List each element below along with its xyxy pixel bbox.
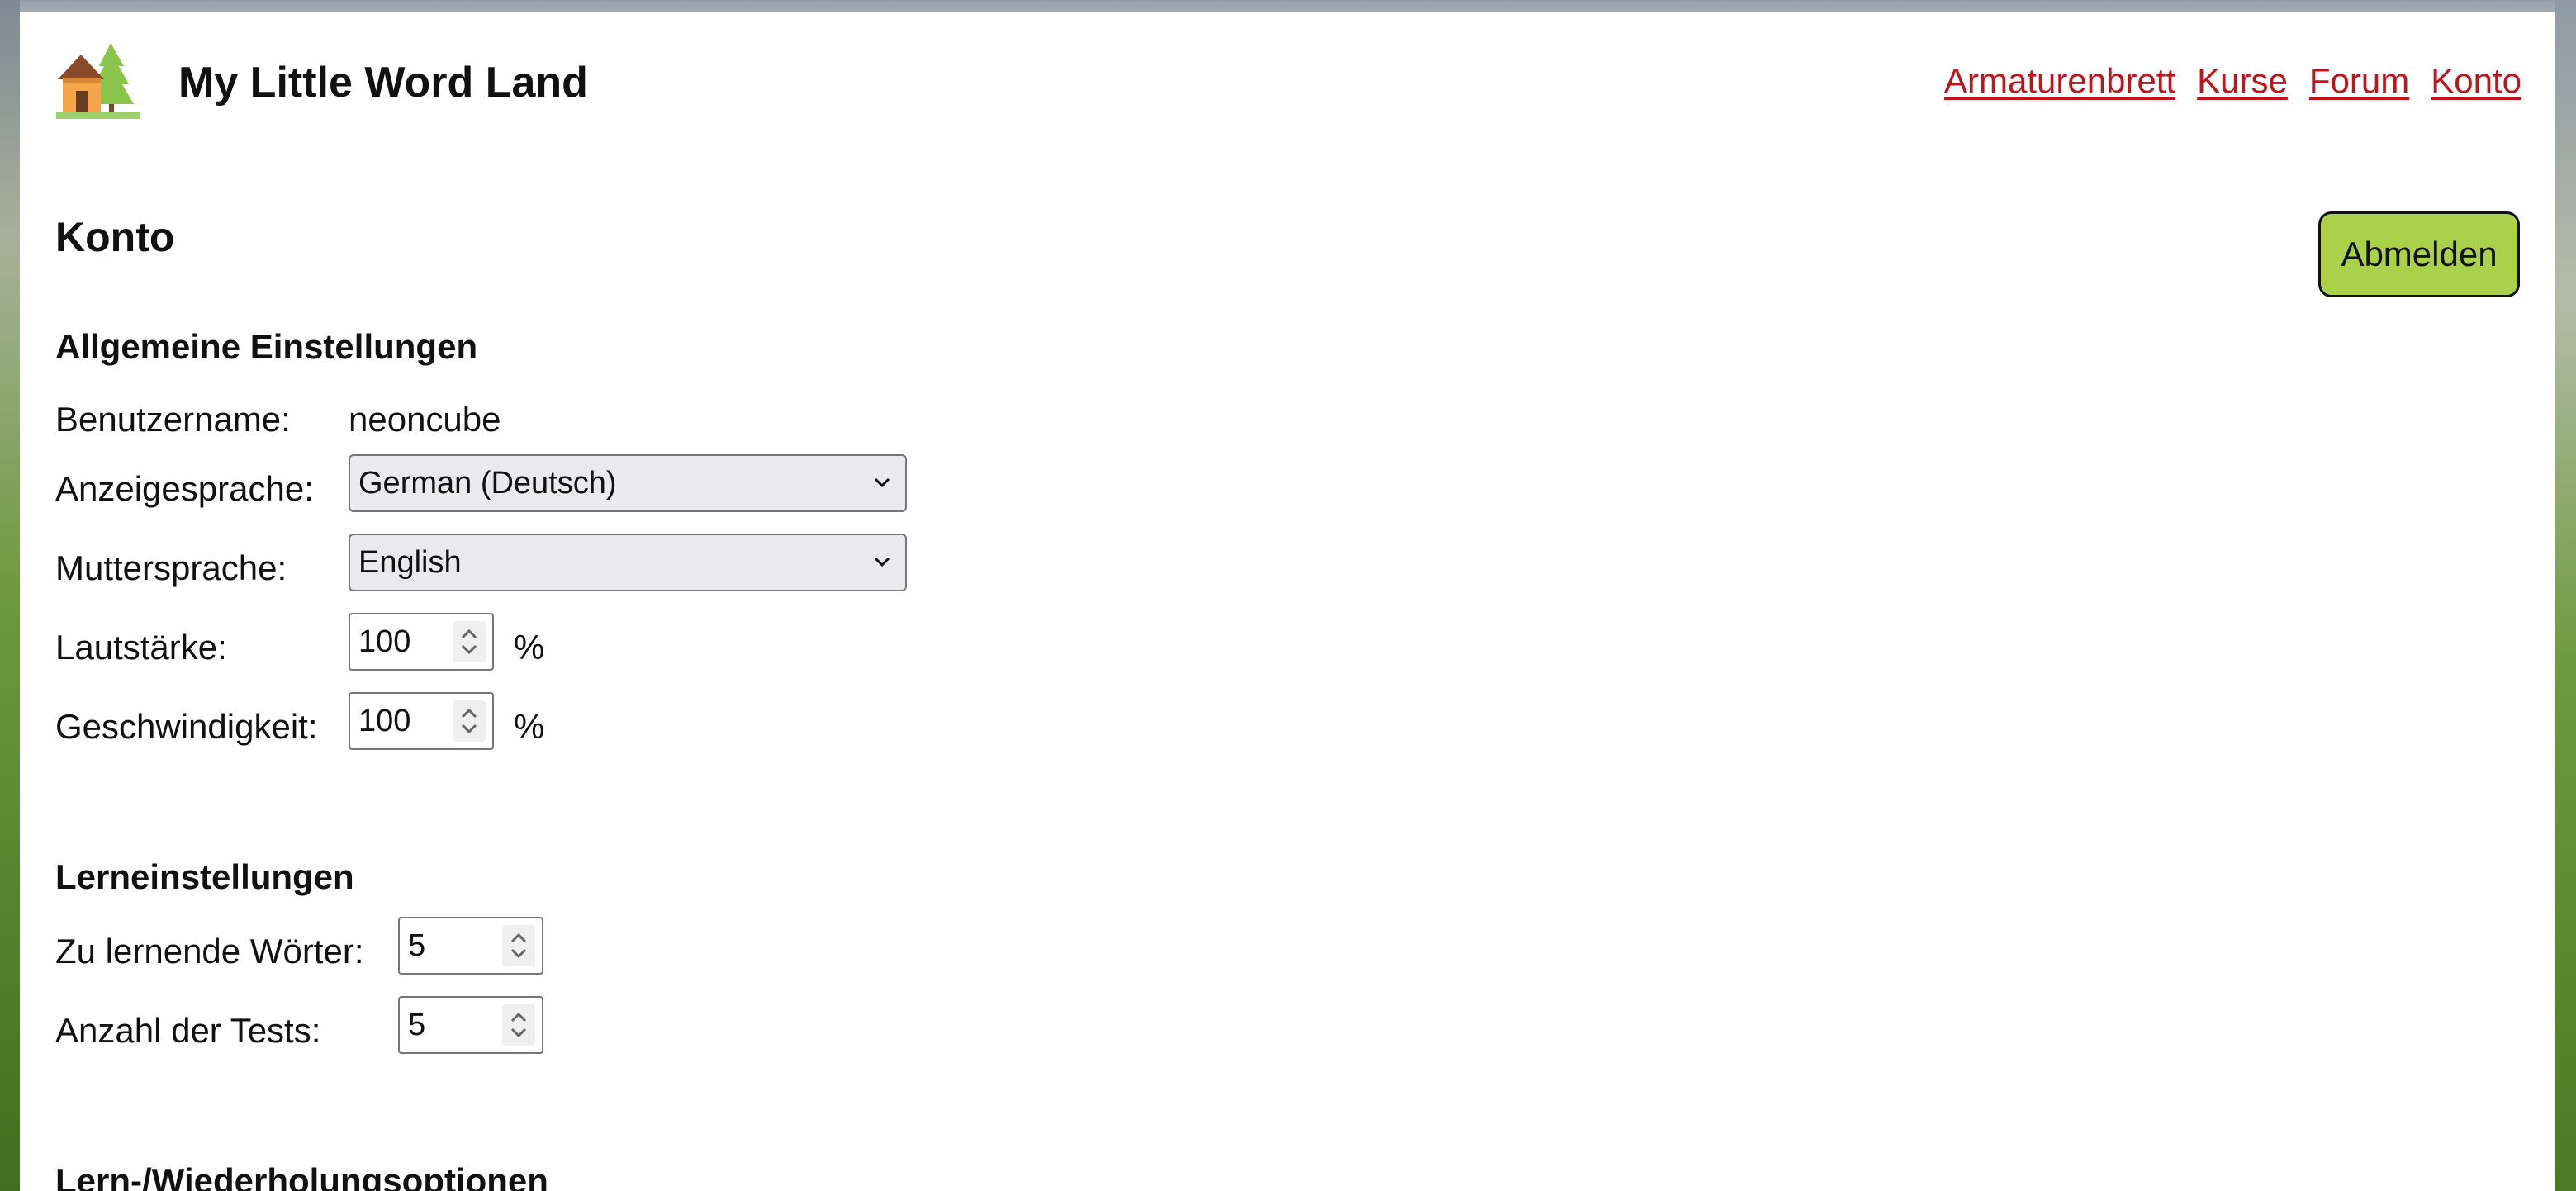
speed-label: Geschwindigkeit:: [55, 707, 318, 746]
display-language-label: Anzeigesprache:: [55, 469, 314, 508]
native-language-select[interactable]: English: [349, 534, 907, 591]
top-nav: Armaturenbrett Kurse Forum Konto: [1944, 61, 2521, 101]
learning-settings-title: Lerneinstellungen: [55, 857, 354, 896]
review-options-title: Lern-/Wiederholungsoptionen: [55, 1161, 548, 1191]
logout-button[interactable]: Abmelden: [2318, 211, 2520, 297]
background-right: [2555, 0, 2576, 1191]
page-title: Konto: [55, 214, 175, 260]
speed-input[interactable]: 100: [349, 692, 494, 750]
tests-row: Anzahl der Tests:: [55, 1011, 320, 1051]
native-language-value: English: [358, 544, 462, 580]
username-label: Benutzername:: [55, 400, 291, 439]
volume-label: Lautstärke:: [55, 628, 227, 667]
spinner-arrows-icon[interactable]: [502, 925, 535, 966]
username-value: neoncube: [349, 400, 501, 439]
chevron-down-icon: [874, 477, 890, 488]
username-row: Benutzername:: [55, 400, 291, 439]
nav-link-armaturenbrett[interactable]: Armaturenbrett: [1944, 61, 2175, 101]
spinner-arrows-icon[interactable]: [453, 700, 486, 742]
tests-input[interactable]: 5: [398, 996, 543, 1054]
chevron-down-icon: [874, 557, 890, 567]
speed-unit: %: [514, 707, 545, 746]
spinner-arrows-icon[interactable]: [453, 621, 486, 662]
words-label: Zu lernende Wörter:: [55, 932, 364, 970]
display-language-value: German (Deutsch): [358, 465, 617, 501]
native-language-row: Muttersprache:: [55, 548, 287, 588]
words-input[interactable]: 5: [398, 917, 543, 975]
header: My Little Word Land Armaturenbrett Kurse…: [20, 12, 2555, 160]
nav-link-forum[interactable]: Forum: [2309, 61, 2409, 101]
background-left: [0, 0, 20, 1191]
words-row: Zu lernende Wörter:: [55, 932, 364, 971]
app-title: My Little Word Land: [178, 59, 588, 107]
nav-link-konto[interactable]: Konto: [2431, 61, 2521, 101]
native-language-label: Muttersprache:: [55, 548, 287, 587]
words-value: 5: [408, 928, 426, 963]
spinner-arrows-icon[interactable]: [502, 1004, 535, 1046]
speed-value: 100: [358, 703, 411, 738]
username-value-row: neoncube: [349, 400, 501, 439]
nav-link-kurse[interactable]: Kurse: [2197, 61, 2288, 101]
display-language-row: Anzeigesprache:: [55, 469, 314, 509]
speed-row: Geschwindigkeit:: [55, 707, 317, 747]
volume-input[interactable]: 100: [349, 613, 494, 671]
general-settings-title: Allgemeine Einstellungen: [55, 327, 478, 366]
house-with-tree-icon[interactable]: [53, 36, 144, 127]
main-card: My Little Word Land Armaturenbrett Kurse…: [20, 12, 2555, 1191]
volume-value: 100: [358, 624, 411, 659]
volume-row: Lautstärke:: [55, 628, 227, 667]
tests-label: Anzahl der Tests:: [55, 1011, 321, 1050]
volume-unit: %: [514, 628, 545, 667]
tests-value: 5: [408, 1007, 426, 1042]
display-language-select[interactable]: German (Deutsch): [349, 454, 907, 512]
